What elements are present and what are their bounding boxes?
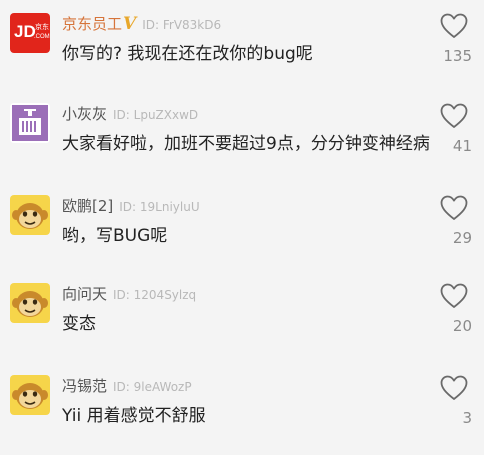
comment-text: 你写的? 我现在还在改你的bug呢 [62,44,313,64]
like-button[interactable]: 41 [434,103,474,173]
monkey-avatar-icon[interactable] [10,375,50,415]
comment-item: 小灰灰 ID: LpuZXxwD 大家看好啦，加班不要超过9点，分分钟变神经病 4… [0,103,484,183]
jd-logo-small-text: 京东 [35,22,49,31]
heart-icon[interactable] [440,103,468,129]
verified-badge-icon: V [123,14,137,34]
comment-item: 向问天 ID: 1204Sylzq 变态 20 [0,283,484,363]
heart-icon[interactable] [440,375,468,401]
user-id: ID: FrV83kD6 [142,18,222,32]
user-id: ID: 19LniyluU [119,200,200,214]
like-count: 41 [452,137,472,155]
comment-list: JD 京东 .COM 京东员工V ID: FrV83kD6 你写的? 我现在还在改… [0,0,484,455]
comment-text: 大家看好啦，加班不要超过9点，分分钟变神经病 [62,134,430,154]
like-button[interactable]: 135 [434,13,474,83]
jd-logo-icon[interactable]: JD 京东 .COM [10,13,50,53]
comment-text: Yii 用着感觉不舒服 [62,406,206,426]
user-id: ID: LpuZXxwD [113,108,199,122]
comment-item: JD 京东 .COM 京东员工V ID: FrV83kD6 你写的? 我现在还在改… [0,13,484,93]
like-count: 20 [452,317,472,335]
like-count: 135 [443,47,472,65]
comment-text: 哟，写BUG呢 [62,226,168,246]
username[interactable]: 欧鹏[2] [62,197,113,215]
heart-icon[interactable] [440,13,468,39]
username-line: 冯锡范 ID: 9leAWozP [62,376,192,396]
username-line: 欧鹏[2] ID: 19LniyluU [62,196,200,216]
heart-icon[interactable] [440,283,468,309]
username[interactable]: 向问天 [62,285,107,303]
like-button[interactable]: 3 [434,375,474,445]
username-line: 向问天 ID: 1204Sylzq [62,284,196,304]
username-line: 京东员工V ID: FrV83kD6 [62,14,221,34]
comment-item: 冯锡范 ID: 9leAWozP Yii 用着感觉不舒服 3 [0,375,484,455]
monkey-avatar-icon[interactable] [10,195,50,235]
jd-logo-com-text: .COM [34,34,50,40]
username[interactable]: 京东员工 [62,15,122,33]
user-id: ID: 1204Sylzq [113,288,197,302]
username-line: 小灰灰 ID: LpuZXxwD [62,104,198,124]
comment-item: 欧鹏[2] ID: 19LniyluU 哟，写BUG呢 29 [0,195,484,275]
like-count: 3 [462,409,472,427]
like-button[interactable]: 29 [434,195,474,265]
comment-text: 变态 [62,314,96,334]
user-id: ID: 9leAWozP [113,380,192,394]
purple-box-icon[interactable] [10,103,50,143]
username[interactable]: 小灰灰 [62,105,107,123]
like-count: 29 [452,229,472,247]
monkey-avatar-icon[interactable] [10,283,50,323]
username[interactable]: 冯锡范 [62,377,107,395]
jd-logo-text: JD [14,22,36,41]
like-button[interactable]: 20 [434,283,474,353]
heart-icon[interactable] [440,195,468,221]
